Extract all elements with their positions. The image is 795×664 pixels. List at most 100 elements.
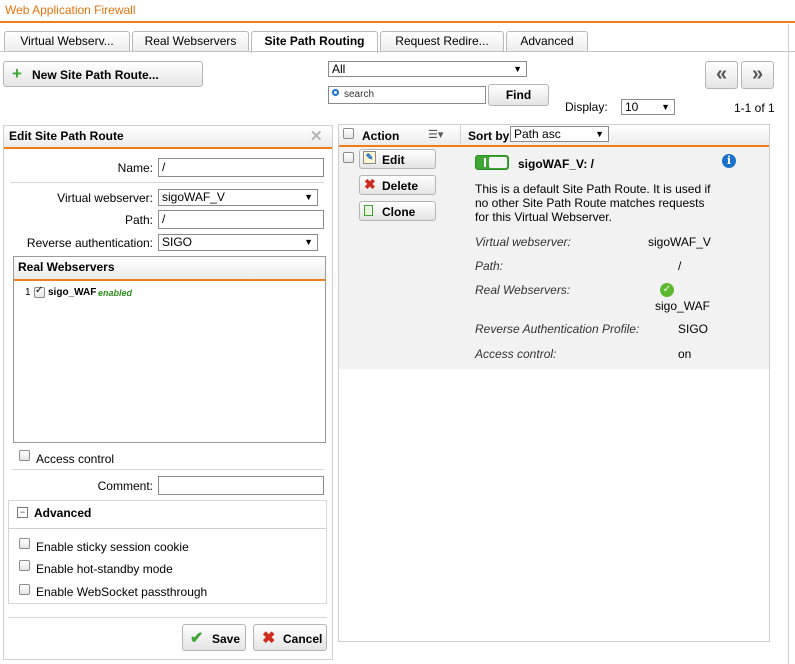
tab-divider <box>0 51 795 52</box>
clone-icon <box>364 205 373 216</box>
advanced-title: Advanced <box>34 506 92 520</box>
clone-button[interactable]: Clone <box>359 201 436 221</box>
comment-label: Comment: <box>97 479 153 493</box>
app-title: Web Application Firewall <box>5 3 136 17</box>
pager-prev-button[interactable]: « <box>705 61 738 89</box>
hot-standby-checkbox[interactable] <box>19 560 30 571</box>
route-title: sigoWAF_V: / <box>518 157 595 171</box>
tab-advanced[interactable]: Advanced <box>506 31 588 52</box>
enabled-check-icon: ✓ <box>660 283 674 297</box>
real-webservers-title: Real Webservers <box>18 260 115 274</box>
route-description: This is a default Site Path Route. It is… <box>475 182 711 224</box>
access-control-label: Access control <box>36 452 115 466</box>
checkmark-icon: ✓ <box>35 285 44 296</box>
app-title-bar: Web Application Firewall <box>0 0 795 23</box>
plus-icon: + <box>12 64 22 83</box>
access-control-checkbox[interactable] <box>19 450 30 461</box>
route-status-toggle[interactable] <box>475 155 509 170</box>
advanced-header[interactable]: − Advanced <box>9 501 326 529</box>
toggle-knob <box>484 158 486 167</box>
clone-label: Clone <box>382 205 416 219</box>
tab-site-path-routing[interactable]: Site Path Routing <box>251 31 378 53</box>
field-label: Reverse Authentication Profile: <box>475 322 640 336</box>
pager-range: 1-1 of 1 <box>734 101 775 115</box>
new-site-path-route-button[interactable]: + New Site Path Route... <box>3 61 203 87</box>
real-webserver-index: 1 <box>25 287 31 298</box>
virtual-webserver-value: sigoWAF_V <box>162 190 225 204</box>
checkmark-icon: ✔ <box>190 630 204 647</box>
path-label: Path: <box>124 213 153 227</box>
sticky-session-label: Enable sticky session cookie <box>36 540 189 554</box>
delete-button[interactable]: ✖ Delete <box>359 175 436 195</box>
close-icon: ✖ <box>262 630 276 647</box>
search-placeholder: search <box>344 89 375 100</box>
edit-icon: ✎ <box>363 151 376 164</box>
name-input[interactable]: / <box>158 158 324 177</box>
real-webserver-checkbox[interactable]: ✓ <box>34 285 45 298</box>
display-label: Display: <box>565 100 608 114</box>
list-menu-icon[interactable]: ☰▾ <box>428 128 443 141</box>
display-count-select[interactable]: 10 ▼ <box>621 99 675 115</box>
sticky-session-checkbox[interactable] <box>19 538 30 549</box>
dropdown-arrow-icon: ▼ <box>595 129 604 139</box>
field-value: / <box>678 259 682 273</box>
tab-request-redirection[interactable]: Request Redire... <box>380 31 504 52</box>
virtual-webserver-label: Virtual webserver: <box>57 191 153 205</box>
real-webservers-header: Real Webservers <box>14 257 325 281</box>
close-icon[interactable]: ✕ <box>310 127 323 145</box>
divider <box>8 617 327 618</box>
scrollbar-track[interactable] <box>788 24 789 664</box>
pager-next-button[interactable]: » <box>741 61 774 89</box>
name-label: Name: <box>117 161 153 175</box>
hot-standby-label: Enable hot-standby mode <box>36 562 173 576</box>
search-input[interactable]: search <box>328 86 486 104</box>
field-label: Real Webservers: <box>475 283 571 297</box>
reverse-authentication-label: Reverse authentication: <box>26 236 153 250</box>
path-input[interactable]: / <box>158 210 324 229</box>
virtual-webserver-select[interactable]: sigoWAF_V ▼ <box>158 189 318 206</box>
real-webserver-name: sigo_WAF <box>48 287 97 298</box>
reverse-authentication-value: SIGO <box>162 235 193 249</box>
websocket-label: Enable WebSocket passthrough <box>36 585 208 599</box>
edit-label: Edit <box>382 153 405 167</box>
cancel-label: Cancel <box>283 632 323 646</box>
comment-input[interactable] <box>158 476 324 495</box>
row-checkbox[interactable] <box>343 152 354 163</box>
real-webservers-box: Real Webservers 1 ✓ sigo_WAF enabled <box>13 256 326 443</box>
websocket-checkbox[interactable] <box>19 584 30 595</box>
sort-by-select[interactable]: Path asc ▼ <box>510 126 609 142</box>
display-count-value: 10 <box>625 100 639 114</box>
collapse-icon[interactable]: − <box>17 507 28 518</box>
edit-button[interactable]: ✎ Edit <box>359 149 436 169</box>
dropdown-arrow-icon: ▼ <box>304 237 313 247</box>
cancel-button[interactable]: ✖ Cancel <box>253 624 327 651</box>
edit-panel-header: Edit Site Path Route ✕ <box>4 126 332 149</box>
search-icon <box>332 89 339 96</box>
field-label: Virtual webserver: <box>475 235 571 249</box>
save-button[interactable]: ✔ Save <box>182 624 246 651</box>
sort-by-label: Sort by: <box>468 129 514 143</box>
info-icon[interactable]: i <box>722 154 736 168</box>
tab-virtual-webservers[interactable]: Virtual Webserv... <box>4 31 130 52</box>
reverse-authentication-select[interactable]: SIGO ▼ <box>158 234 318 251</box>
delete-label: Delete <box>382 179 419 193</box>
dropdown-arrow-icon: ▼ <box>304 192 313 202</box>
field-value: sigo_WAF <box>655 299 710 313</box>
field-label: Access control: <box>475 347 557 361</box>
new-button-label: New Site Path Route... <box>32 68 159 82</box>
dropdown-arrow-icon: ▼ <box>661 102 670 112</box>
filter-select[interactable]: All ▼ <box>328 61 527 77</box>
divider <box>460 125 461 144</box>
find-button[interactable]: Find <box>488 84 549 106</box>
real-webserver-status: enabled <box>98 288 133 298</box>
filter-value: All <box>332 62 346 76</box>
toggle-slider <box>489 157 507 168</box>
select-all-checkbox[interactable] <box>343 128 354 139</box>
edit-panel-title: Edit Site Path Route <box>9 129 124 143</box>
save-label: Save <box>212 632 241 646</box>
delete-icon: ✖ <box>364 176 376 192</box>
tab-real-webservers[interactable]: Real Webservers <box>132 31 249 52</box>
divider <box>12 469 324 470</box>
sort-by-value: Path asc <box>514 127 561 141</box>
field-label: Path: <box>475 259 504 273</box>
